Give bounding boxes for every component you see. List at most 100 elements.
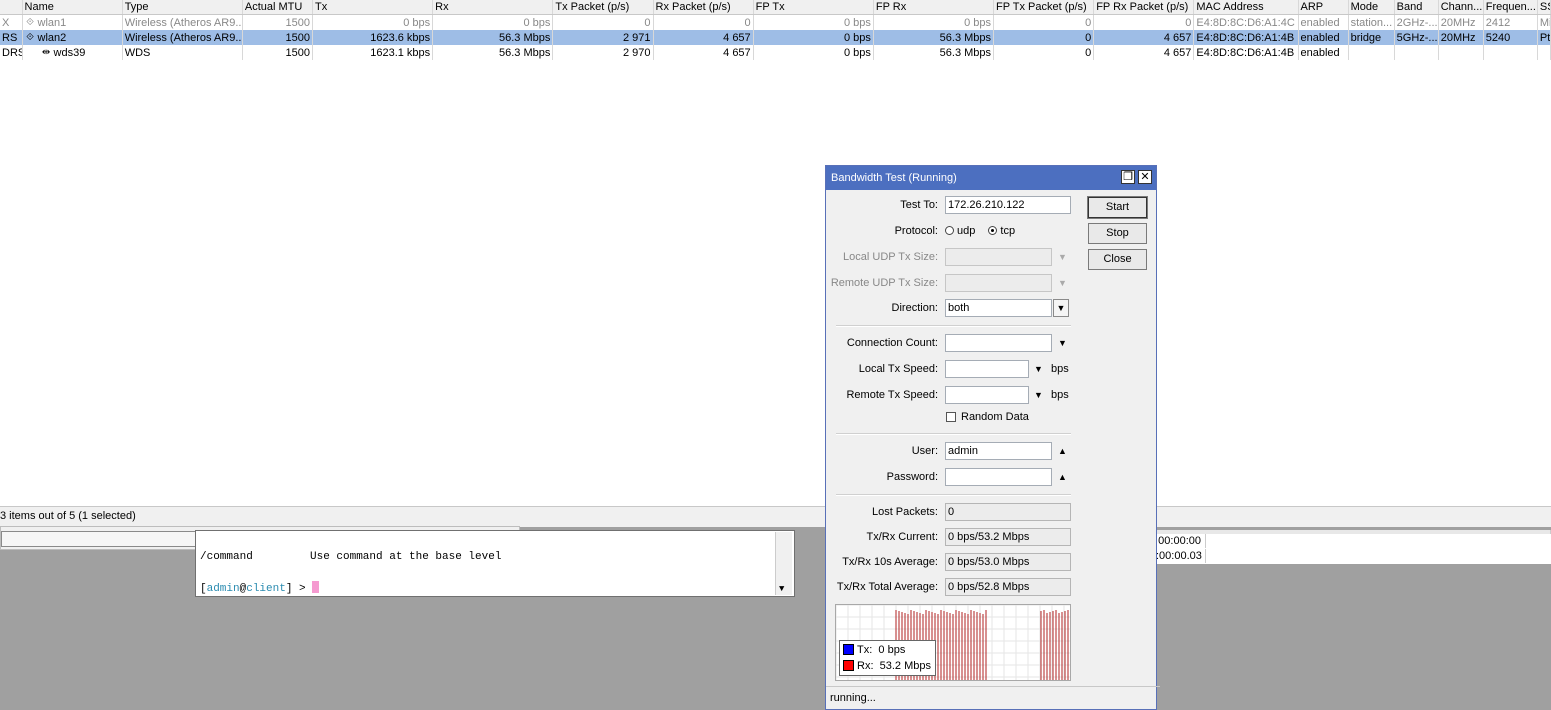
user-label: User:	[911, 445, 938, 457]
password-input[interactable]	[945, 468, 1052, 486]
txrx-current-label: Tx/Rx Current:	[866, 531, 938, 543]
bandwidth-test-dialog: Bandwidth Test (Running) ❐ ✕ Start Stop …	[825, 165, 1160, 710]
remote-udp-size-input	[945, 274, 1052, 292]
tcp-label: tcp	[1000, 225, 1016, 237]
column-header[interactable]: SS	[1537, 0, 1551, 15]
cell-mode	[1348, 45, 1395, 60]
rx-color-swatch	[843, 660, 854, 671]
protocol-tcp-option[interactable]: tcp	[988, 225, 1015, 237]
cell-fprx: 0 bps	[873, 14, 995, 30]
close-button[interactable]: Close	[1088, 249, 1147, 270]
remote-tx-speed-input[interactable]	[945, 386, 1029, 404]
column-header[interactable]: FP Rx Packet (p/s)	[1093, 0, 1195, 15]
chevron-up-icon[interactable]: ▲	[1058, 442, 1067, 460]
udp-radio[interactable]	[945, 226, 954, 235]
table-row[interactable]: X ⟐ wlan1 Wireless (Atheros AR9... 1500 0 bps…	[0, 14, 1551, 30]
dialog-status-text: running...	[830, 692, 876, 704]
interface-name-cell: ⇹ wds39	[22, 45, 123, 60]
terminal-prompt[interactable]: [admin@client] >	[200, 581, 320, 595]
start-button[interactable]: Start	[1087, 196, 1148, 219]
column-header[interactable]: Rx Packet (p/s)	[653, 0, 754, 15]
terminal-command-name: /command	[200, 551, 253, 563]
cell-type: Wireless (Atheros AR9...	[122, 14, 243, 30]
protocol-label: Protocol:	[894, 225, 938, 237]
legend-rx: Rx: 53.2 Mbps	[843, 660, 931, 673]
cell-ss	[1537, 45, 1551, 60]
cell-mode: station...	[1348, 14, 1395, 30]
table-row[interactable]: DRS ⇹ wds39 WDS 1500 1623.1 kbps 56.3 Mbps 2 97…	[0, 45, 1551, 60]
interface-name: wlan2	[37, 32, 67, 44]
column-header[interactable]: FP Rx	[873, 0, 995, 15]
cell-txp: 2 970	[552, 45, 654, 60]
terminal-scrollbar[interactable]: ▼	[775, 532, 792, 595]
chevron-up-icon[interactable]: ▲	[1058, 468, 1067, 486]
cell-mtu: 1500	[242, 14, 313, 30]
cell-rx: 56.3 Mbps	[432, 30, 554, 45]
right-table-header	[1156, 530, 1551, 534]
cell-fprxp: 4 657	[1093, 30, 1195, 45]
user-input[interactable]: admin	[945, 442, 1052, 460]
terminal-command-description: Use command at the base level	[310, 551, 502, 563]
local-udp-size-label: Local UDP Tx Size:	[843, 251, 938, 263]
direction-label: Direction:	[891, 302, 938, 314]
terminal-window[interactable]: /command Use command at the base level [a…	[195, 530, 795, 597]
cell-rx: 0 bps	[432, 14, 554, 30]
column-header[interactable]: Tx	[312, 0, 434, 15]
column-header[interactable]: Actual MTU	[242, 0, 313, 15]
remote-udp-size-label: Remote UDP Tx Size:	[830, 277, 938, 289]
dropdown-arrow-icon[interactable]: ▼	[1053, 299, 1069, 317]
table-row[interactable]: RS ⟐ wlan2 Wireless (Atheros AR9... 1500 1623…	[0, 30, 1551, 45]
protocol-udp-option[interactable]: udp	[945, 225, 975, 237]
column-header[interactable]: Frequen...	[1483, 0, 1538, 15]
stop-button[interactable]: Stop	[1088, 223, 1147, 244]
column-header[interactable]: ARP	[1298, 0, 1349, 15]
column-header[interactable]	[0, 0, 23, 15]
cell-chan	[1438, 45, 1484, 60]
restore-icon[interactable]: ❐	[1121, 170, 1135, 184]
cell-type: Wireless (Atheros AR9...	[122, 30, 243, 45]
local-tx-speed-input[interactable]	[945, 360, 1029, 378]
column-header[interactable]: Mode	[1348, 0, 1395, 15]
tcp-radio[interactable]	[988, 226, 998, 235]
chevron-down-icon[interactable]: ▼	[1058, 334, 1067, 352]
interface-table[interactable]: Name Type Actual MTU Tx Rx Tx Packet (p/s) Rx …	[0, 0, 1551, 60]
scroll-down-icon[interactable]: ▼	[779, 584, 784, 594]
legend-tx-value: 0 bps	[878, 644, 906, 656]
column-header[interactable]: Chann...	[1438, 0, 1484, 15]
cell-band	[1394, 45, 1439, 60]
cell-ss: Pt	[1537, 30, 1551, 45]
cell-fptxp: 0	[993, 14, 1095, 30]
column-header[interactable]: Name	[22, 0, 123, 15]
cell-ss: Mi	[1537, 14, 1551, 30]
cell-flags: DRS	[0, 45, 23, 60]
cell-fptxp: 0	[993, 45, 1095, 60]
chevron-down-icon[interactable]: ▼	[1034, 360, 1043, 378]
column-header[interactable]: Rx	[432, 0, 554, 15]
column-header[interactable]: FP Tx	[753, 0, 874, 15]
column-header[interactable]: Tx Packet (p/s)	[552, 0, 654, 15]
chevron-down-icon[interactable]: ▼	[1034, 386, 1043, 404]
dialog-titlebar[interactable]: Bandwidth Test (Running) ❐ ✕	[826, 166, 1156, 190]
direction-select[interactable]: both	[945, 299, 1052, 317]
test-to-input[interactable]: 172.26.210.122	[945, 196, 1071, 214]
column-header[interactable]: Type	[122, 0, 243, 15]
column-header[interactable]: MAC Address	[1193, 0, 1299, 15]
cell-band: 2GHz-...	[1394, 14, 1439, 30]
protocol-radio-group: udp tcp	[945, 222, 1015, 240]
cell-fprx: 56.3 Mbps	[873, 45, 995, 60]
cell-tx: 0 bps	[312, 14, 434, 30]
legend-rx-label: Rx:	[857, 660, 874, 672]
column-header[interactable]: FP Tx Packet (p/s)	[993, 0, 1095, 15]
column-header[interactable]: Band	[1394, 0, 1439, 15]
chevron-down-icon: ▼	[1058, 278, 1067, 288]
prompt-host: client	[246, 583, 286, 595]
cell-fprx: 56.3 Mbps	[873, 30, 995, 45]
cell-flags: RS	[0, 30, 23, 45]
random-data-checkbox[interactable]	[946, 412, 956, 422]
right-table-row: 00:00:00	[1156, 534, 1206, 548]
connection-count-input[interactable]	[945, 334, 1052, 352]
lost-packets-value: 0	[945, 503, 1071, 521]
close-window-icon[interactable]: ✕	[1138, 170, 1152, 184]
cell-rxp: 0	[653, 14, 754, 30]
remote-tx-speed-label: Remote Tx Speed:	[846, 389, 938, 401]
